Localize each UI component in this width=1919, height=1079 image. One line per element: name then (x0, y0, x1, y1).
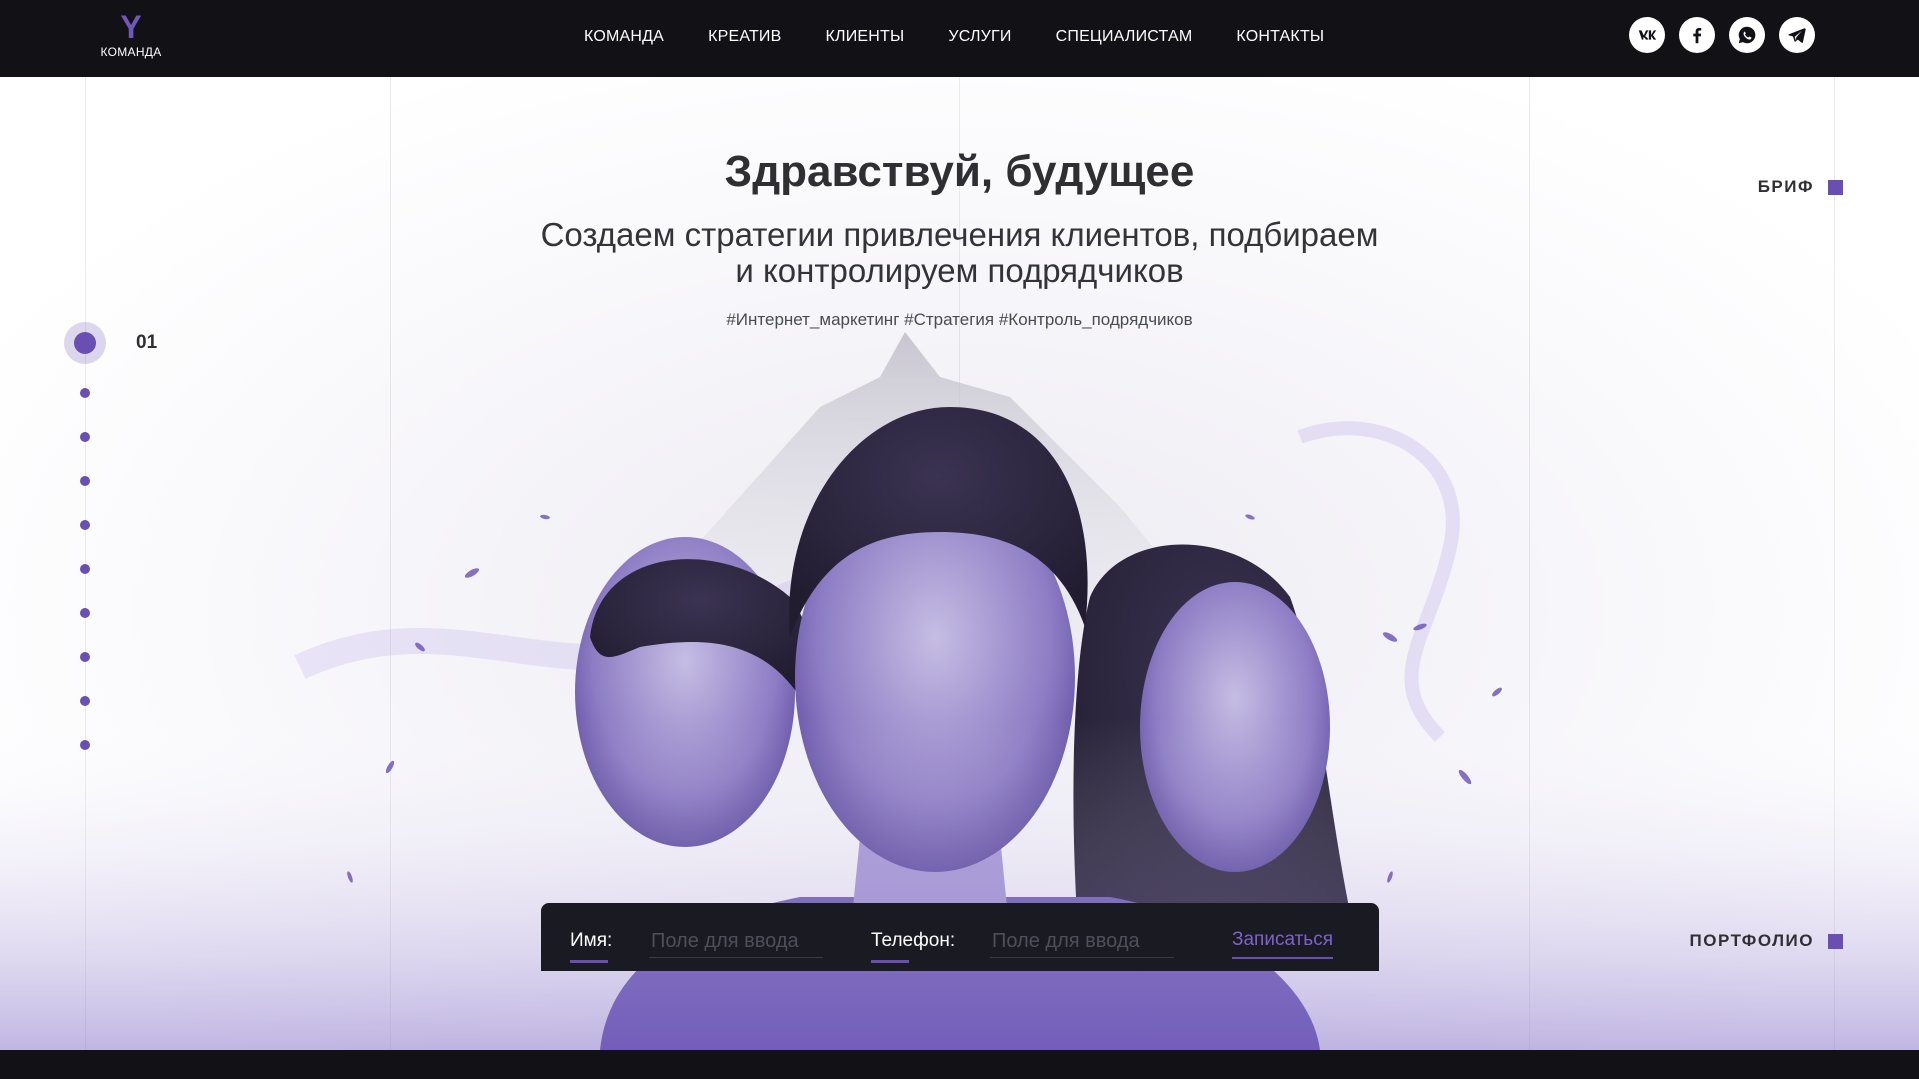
facebook-icon[interactable] (1679, 17, 1715, 53)
logo-text: КОМАНДА (100, 45, 162, 59)
bottom-mist (0, 717, 1919, 1050)
portfolio-square-icon (1828, 933, 1843, 949)
telegram-glyph (1788, 28, 1806, 43)
hero-subtitle-line1: Создаем стратегии привлечения клиентов, … (540, 216, 1379, 253)
slide-dot[interactable] (80, 520, 90, 530)
name-label: Имя: (570, 930, 612, 963)
nav-item-contacts[interactable]: КОНТАКТЫ (1236, 28, 1324, 46)
slide-dot[interactable] (80, 608, 90, 618)
footer-strip (0, 1050, 1919, 1079)
nav-item-services[interactable]: УСЛУГИ (948, 28, 1011, 46)
slide-dot[interactable] (80, 652, 90, 662)
slide-dot-active[interactable] (64, 322, 106, 364)
telegram-icon[interactable] (1779, 17, 1815, 53)
facebook-glyph (1693, 27, 1702, 44)
vk-icon[interactable] (1629, 17, 1665, 53)
phone-label: Телефон: (871, 930, 955, 963)
hero-tags: #Интернет_маркетинг #Стратегия #Контроль… (726, 310, 1193, 329)
submit-button[interactable]: Записаться (1232, 929, 1333, 959)
slide-dot[interactable] (80, 432, 90, 442)
brief-link[interactable]: БРИФ (1758, 177, 1843, 197)
top-navbar: Y КОМАНДА КОМАНДА КРЕАТИВ КЛИЕНТЫ УСЛУГИ… (0, 0, 1919, 77)
nav-item-creative[interactable]: КРЕАТИВ (708, 28, 781, 46)
nav-item-team[interactable]: КОМАНДА (584, 28, 664, 46)
whatsapp-icon[interactable] (1729, 17, 1765, 53)
social-links (1629, 17, 1815, 53)
brief-label: БРИФ (1757, 177, 1814, 196)
slide-dot[interactable] (80, 740, 90, 750)
portfolio-link[interactable]: ПОРТФОЛИО (1690, 931, 1843, 951)
slide-dot[interactable] (80, 696, 90, 706)
logo[interactable]: Y КОМАНДА (96, 10, 166, 59)
nav-item-clients[interactable]: КЛИЕНТЫ (826, 28, 905, 46)
nav-item-specialists[interactable]: СПЕЦИАЛИСТАМ (1056, 28, 1193, 46)
phone-input[interactable] (990, 925, 1174, 958)
brief-square-icon (1828, 179, 1843, 195)
vk-glyph (1638, 30, 1657, 40)
slide-number: 01 (136, 332, 158, 353)
name-input[interactable] (649, 925, 823, 958)
whatsapp-glyph (1738, 26, 1756, 44)
hero-title: Здравствуй, будущее (724, 147, 1195, 196)
slide-dot[interactable] (80, 564, 90, 574)
main-nav: КОМАНДА КРЕАТИВ КЛИЕНТЫ УСЛУГИ СПЕЦИАЛИС… (584, 28, 1324, 46)
slide-dot[interactable] (80, 388, 90, 398)
portfolio-label: ПОРТФОЛИО (1689, 931, 1814, 950)
hero-subtitle: Создаем стратегии привлечения клиентов, … (460, 217, 1459, 289)
signup-form: Имя: Телефон: Записаться (541, 903, 1379, 971)
slide-dot[interactable] (80, 476, 90, 486)
logo-mark: Y (120, 9, 142, 45)
hero-subtitle-line2: и контролируем подрядчиков (735, 252, 1184, 289)
